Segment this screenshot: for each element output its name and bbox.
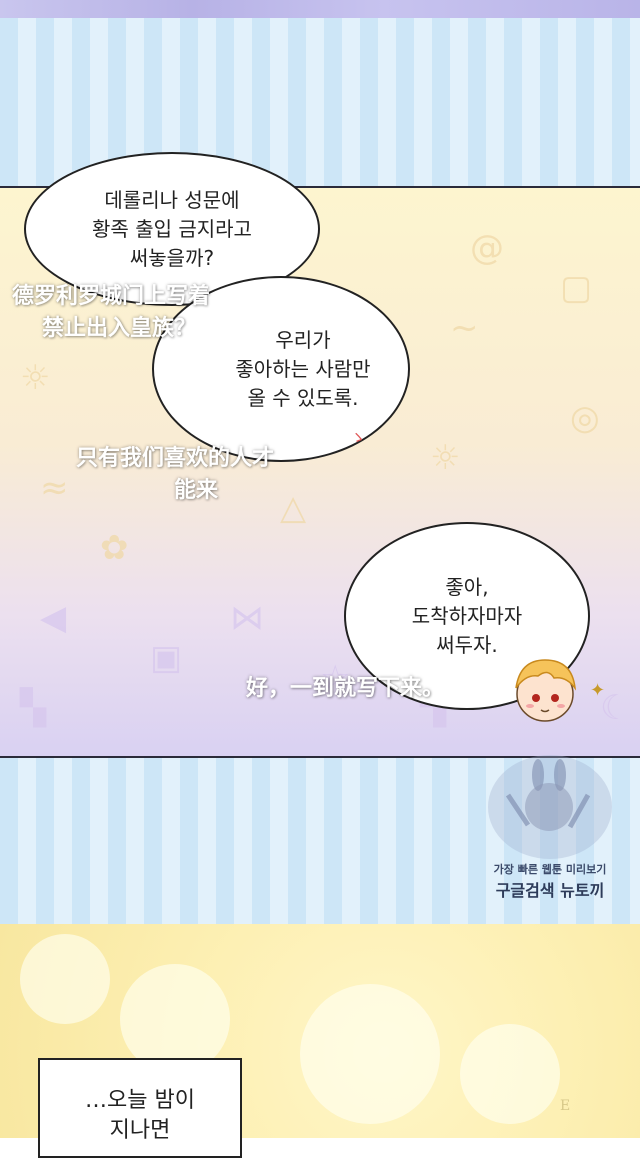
doodle-triangle: △ (280, 488, 307, 528)
doodle-wave: ~ (450, 308, 479, 348)
translation-line: 德罗利罗城门上写着 (12, 284, 211, 309)
bokeh-light (20, 934, 110, 1024)
translation-caption-1: 德罗利罗城门上写着 禁止出入皇族？ (12, 278, 210, 342)
translation-line: 只有我们喜欢的人才 (76, 446, 275, 471)
sparkle-icon: ✦ (590, 680, 606, 701)
watermark: 가장 빠른 웹툰 미리보기 구글검색 뉴토끼 (480, 755, 620, 905)
bokeh-light (300, 984, 440, 1124)
doodle-bow: ⋈ (230, 598, 264, 638)
doodle-sun: ☼ (20, 358, 51, 398)
bubble-line: 황족 출입 금지라고 (92, 216, 252, 241)
caption-line: 지나면 (109, 1118, 171, 1143)
caption-box: …오늘 밤이 지나면 (38, 1058, 242, 1158)
translation-line: 能来 (174, 478, 219, 503)
doodle-target: ◎ (570, 398, 600, 438)
blush-mark-icon: ゝ (350, 428, 367, 447)
bubble-line: 좋아하는 사람만 (235, 356, 371, 381)
watermark-brand: 구글검색 뉴토끼 (495, 881, 605, 900)
bubble-line: 써두자. (436, 632, 498, 657)
chibi-character-icon (515, 659, 577, 722)
corner-watermark: E (560, 1098, 571, 1114)
bokeh-light (460, 1024, 560, 1124)
doodle-triangle: ◀ (40, 598, 67, 638)
bubble-line: 데롤리나 성문에 (104, 187, 240, 212)
bubble-line: 우리가 (275, 327, 331, 352)
bubble-line: 올 수 있도록. (247, 385, 359, 410)
bubble-line: 써놓을까? (129, 245, 215, 270)
caption-line: …오늘 밤이 (85, 1088, 195, 1113)
striped-panel-top (0, 18, 640, 186)
watermark-logo-icon (488, 755, 612, 859)
doodle-flower: ✿ (100, 528, 129, 568)
translation-caption-2: 只有我们喜欢的人才 能来 (76, 440, 274, 504)
doodle-sun: ☼ (430, 438, 461, 478)
bubble-line: 도착하자마자 (411, 603, 523, 628)
translation-caption-3: 好，一到就写下来。 (246, 676, 445, 701)
doodle-checker: ▚ (20, 688, 47, 728)
doodle-wave: ≈ (40, 468, 69, 508)
bubble-line: 좋아, (445, 574, 489, 599)
top-border-band (0, 0, 640, 18)
doodle-square: ▢ (560, 268, 593, 308)
doodle-spiral: @ (470, 228, 504, 268)
watermark-tagline: 가장 빠른 웹툰 미리보기 (493, 863, 607, 876)
doodle-square: ▣ (150, 638, 183, 678)
translation-line: 禁止出入皇族？ (42, 316, 197, 341)
